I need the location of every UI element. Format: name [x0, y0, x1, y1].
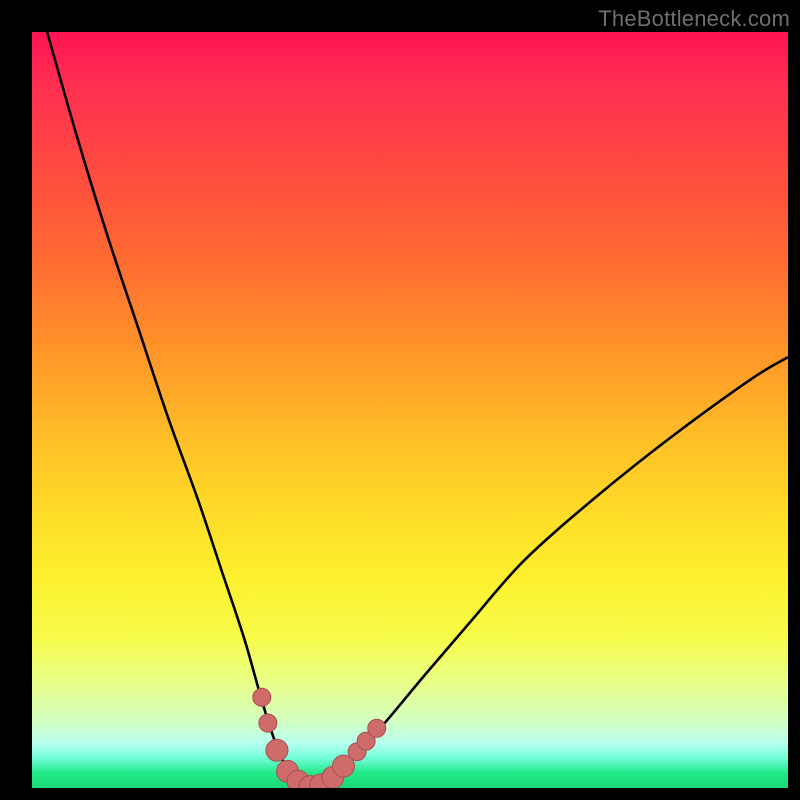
watermark-label: TheBottleneck.com	[598, 6, 790, 32]
bottleneck-curve	[47, 32, 788, 788]
highlight-marker	[253, 688, 271, 706]
highlight-marker	[368, 719, 386, 737]
chart-svg	[32, 32, 788, 788]
highlight-marker	[259, 714, 277, 732]
highlight-marker	[266, 739, 288, 761]
chart-frame: TheBottleneck.com	[0, 0, 800, 800]
chart-plot-area	[32, 32, 788, 788]
